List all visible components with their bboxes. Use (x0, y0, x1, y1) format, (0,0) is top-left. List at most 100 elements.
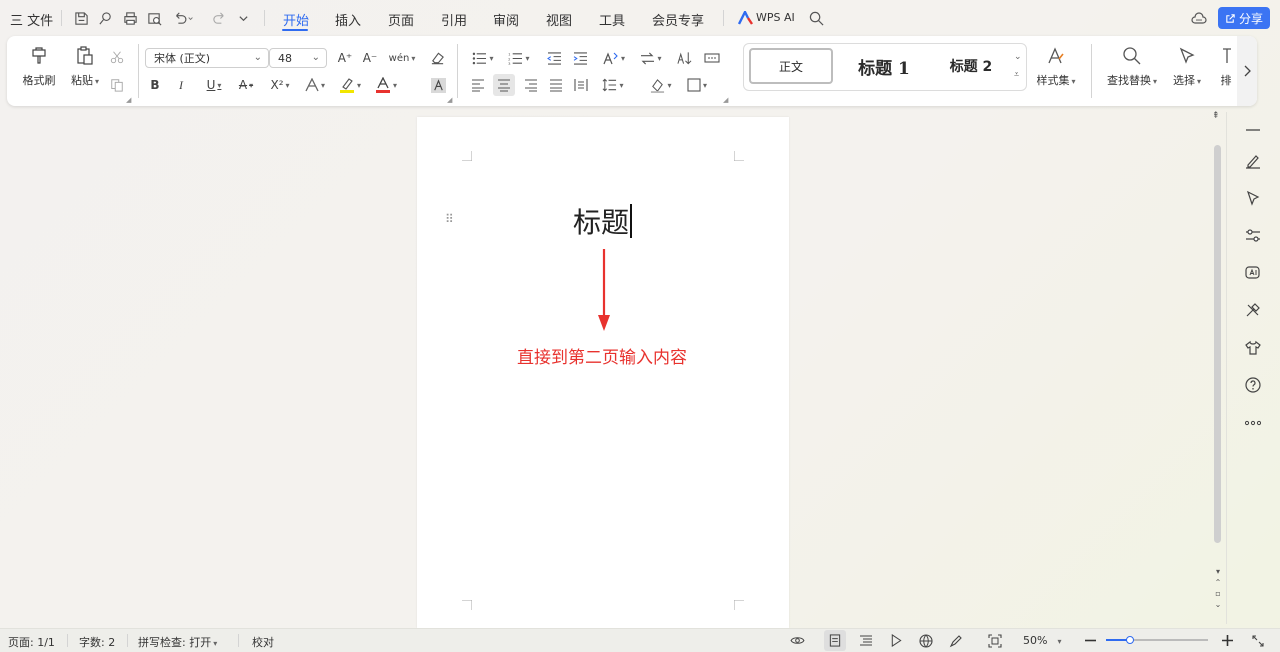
font-color-icon[interactable]: ▾ (371, 76, 401, 94)
scroll-down-icon[interactable]: ▾ (1212, 566, 1224, 577)
more-styles-icon[interactable]: ⩡ (1014, 70, 1019, 80)
undo-icon[interactable] (171, 9, 197, 27)
select-browse-object-icon[interactable]: ▫ (1212, 588, 1224, 599)
page-indicator[interactable]: 页面: 1/1 (8, 634, 55, 650)
word-count[interactable]: 字数: 2 (79, 634, 115, 650)
wps-ai-button[interactable]: WPS AI (756, 11, 795, 24)
ai-writing-icon[interactable] (1243, 263, 1263, 283)
zoom-slider-thumb[interactable] (1126, 636, 1134, 644)
save-icon[interactable] (72, 9, 90, 27)
copy-icon[interactable] (108, 76, 126, 94)
distribute-icon[interactable] (572, 76, 590, 94)
more-options-icon[interactable] (1243, 413, 1263, 433)
font-group-launcher[interactable]: ◢ (447, 96, 452, 104)
border-icon[interactable]: ▾ (683, 76, 711, 94)
font-grow-button[interactable]: A⁺ (335, 49, 355, 67)
style-heading-2[interactable]: 标题 2 (934, 48, 1008, 84)
cut-icon[interactable] (108, 48, 126, 66)
link-icon[interactable] (96, 9, 114, 27)
zoom-in-icon[interactable] (1219, 632, 1235, 649)
print-icon[interactable] (121, 9, 139, 27)
align-right-icon[interactable] (522, 76, 540, 94)
bullet-list-icon[interactable]: ▾ (469, 49, 497, 67)
paste-button[interactable]: 粘贴 ▾ (65, 46, 105, 88)
clipboard-group-launcher[interactable]: ◢ (126, 96, 131, 104)
tab-page[interactable]: 页面 (388, 10, 414, 29)
tab-references[interactable]: 引用 (441, 10, 467, 29)
shading-icon[interactable]: ▾ (647, 76, 675, 94)
collapse-icon[interactable] (1243, 120, 1263, 140)
line-spacing-icon[interactable]: ▾ (599, 76, 627, 94)
justify-icon[interactable] (547, 76, 565, 94)
tab-home[interactable]: 开始 (283, 10, 309, 29)
char-shading-icon[interactable] (429, 76, 447, 94)
fullscreen-icon[interactable] (1250, 632, 1266, 649)
style-heading-1[interactable]: 标题 1 (840, 48, 928, 84)
zoom-level-dropdown[interactable]: 50% ▾ (1023, 634, 1061, 647)
chevron-down-icon[interactable] (235, 9, 251, 27)
document-page[interactable]: ⠿ 标题 直接到第二页输入内容 (417, 117, 789, 628)
underline-button[interactable]: U ▾ (201, 76, 227, 94)
tab-insert[interactable]: 插入 (335, 10, 361, 29)
style-set-button[interactable]: 样式集 ▾ (1031, 46, 1081, 88)
search-icon[interactable] (807, 9, 825, 27)
redo-icon[interactable] (210, 9, 228, 27)
highlight-color-icon[interactable]: ▾ (335, 76, 365, 94)
tools-icon[interactable] (1243, 300, 1263, 320)
text-direction-icon[interactable]: ▾ (637, 49, 665, 67)
outline-view-icon[interactable] (857, 632, 875, 649)
font-name-dropdown[interactable]: 宋体 (正文) ⌄ (145, 48, 269, 68)
chinese-layout-icon[interactable]: ▾ (599, 49, 629, 67)
numbered-list-icon[interactable]: 1 2 3 ▾ (505, 49, 533, 67)
tab-review[interactable]: 审阅 (493, 10, 519, 29)
tab-member[interactable]: 会员专享 (652, 10, 704, 29)
next-page-icon[interactable]: ⌄ (1212, 599, 1224, 610)
vertical-scrollbar-thumb[interactable] (1214, 145, 1221, 543)
style-normal[interactable]: 正文 (749, 48, 833, 84)
adjust-sliders-icon[interactable] (1243, 226, 1263, 246)
find-replace-button[interactable]: 查找替换 ▾ (1101, 46, 1163, 88)
italic-button[interactable]: I (173, 76, 189, 94)
increase-indent-icon[interactable] (571, 49, 589, 67)
edit-pen-icon[interactable] (947, 632, 965, 649)
align-center-icon[interactable] (493, 74, 515, 96)
font-size-dropdown[interactable]: 48 ⌄ (269, 48, 327, 68)
layout-button[interactable]: 排 (1219, 46, 1233, 88)
scroll-up-icon[interactable]: ⇞ (1212, 112, 1220, 121)
strikethrough-button[interactable]: A ▾ (233, 76, 259, 94)
drag-handle-icon[interactable]: ⠿ (445, 212, 454, 226)
zoom-slider-track[interactable] (1106, 636, 1208, 644)
font-shrink-button[interactable]: A⁻ (360, 49, 380, 67)
align-left-icon[interactable] (469, 76, 487, 94)
pen-edit-icon[interactable] (1243, 151, 1263, 171)
web-view-icon[interactable] (917, 632, 935, 649)
bold-button[interactable]: B (147, 76, 163, 94)
help-icon[interactable] (1243, 375, 1263, 395)
chevron-down-icon[interactable]: ⌄ (1014, 52, 1022, 62)
document-title[interactable]: 标题 (573, 201, 632, 241)
superscript-button[interactable]: X² ▾ (265, 76, 295, 94)
zoom-out-icon[interactable] (1082, 632, 1098, 649)
decrease-indent-icon[interactable] (545, 49, 563, 67)
file-menu[interactable]: 三 文件 (10, 10, 53, 29)
select-button[interactable]: 选择 ▾ (1167, 46, 1207, 88)
cloud-icon[interactable] (1190, 9, 1208, 27)
fit-page-icon[interactable] (986, 632, 1004, 649)
show-marks-icon[interactable] (703, 49, 721, 67)
eye-protection-icon[interactable] (788, 632, 806, 649)
play-icon[interactable] (887, 632, 905, 649)
print-preview-icon[interactable] (145, 9, 163, 27)
proofread-button[interactable]: 校对 (252, 634, 274, 650)
spell-check-toggle[interactable]: 拼写检查: 打开 ▾ (138, 634, 217, 650)
clear-format-icon[interactable] (427, 49, 447, 67)
theme-shirt-icon[interactable] (1243, 338, 1263, 358)
text-effect-icon[interactable]: ▾ (301, 76, 329, 94)
paragraph-group-launcher[interactable]: ◢ (723, 96, 728, 104)
tab-view[interactable]: 视图 (546, 10, 572, 29)
format-painter-button[interactable]: 格式刷 (19, 46, 59, 88)
previous-page-icon[interactable]: ⌃ (1212, 577, 1224, 588)
share-button[interactable]: 分享 (1218, 7, 1270, 29)
sort-icon[interactable] (675, 49, 693, 67)
phonetic-guide-button[interactable]: wén ▾ (387, 49, 417, 67)
tab-tools[interactable]: 工具 (599, 10, 625, 29)
